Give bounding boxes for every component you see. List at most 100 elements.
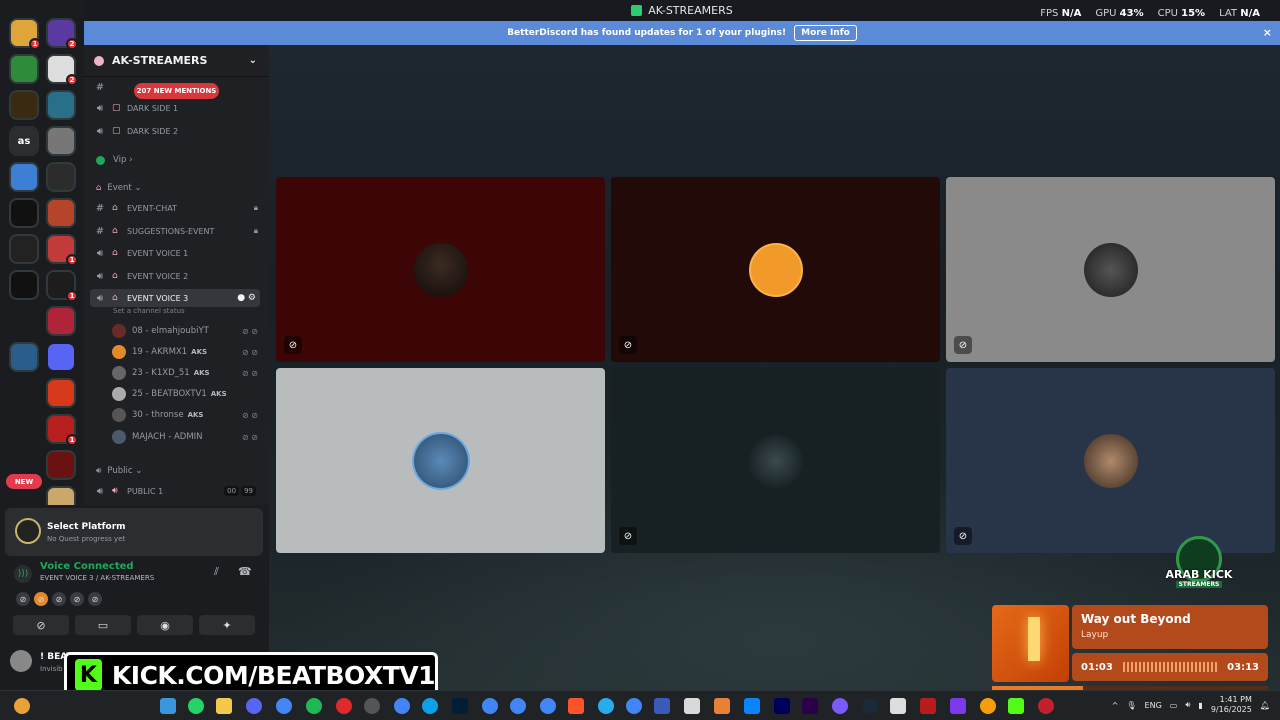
server-icon[interactable] [9,342,39,372]
channel-public-1[interactable]: 🔊︎ 🔊︎ PUBLIC 1 00 99 [94,482,264,500]
premiere-icon[interactable] [802,698,818,714]
clock[interactable]: 1:41 PM 9/16/2025 [1211,695,1252,715]
volume-icon[interactable]: 🔊︎ [1185,700,1190,710]
brave-icon[interactable] [568,698,584,714]
photoshop-icon[interactable] [452,698,468,714]
camera-off-button[interactable]: ⊘ [13,615,69,635]
chrome-icon[interactable] [394,698,410,714]
more-info-button[interactable]: More Info [794,25,857,41]
steam-icon[interactable] [862,698,878,714]
noise-suppression-icon[interactable]: ⫽ [214,565,219,579]
channel-status-input[interactable]: Set a channel status [113,307,185,315]
soundboard-button[interactable]: ✦ [199,615,255,635]
server-icon[interactable]: 1 [9,18,41,50]
voice-channel[interactable]: EVENT VOICE 3 / AK-STREAMERS [40,574,154,582]
server-header[interactable]: AK-STREAMERS ⌄ [84,45,269,77]
video-tile[interactable]: ⊘ [276,177,605,362]
video-tile[interactable] [276,368,605,553]
video-tile[interactable]: ⊘ [946,177,1275,362]
channel-event-voice-1[interactable]: 🔊︎ ⌂ EVENT VOICE 1 [94,244,264,262]
app-icon[interactable] [950,698,966,714]
app-icon[interactable] [1038,698,1054,714]
folder-icon[interactable] [46,342,76,372]
kick-server-icon[interactable] [9,198,39,228]
after-effects-icon[interactable] [774,698,790,714]
app-icon[interactable] [920,698,936,714]
server-icon[interactable]: 1 [46,414,78,446]
share-screen-button[interactable]: ▭ [75,615,131,635]
chrome-icon[interactable] [510,698,526,714]
voice-user[interactable]: 25 - BEATBOXTV1 AKS [112,385,262,403]
server-icon[interactable]: 2 [46,54,78,86]
server-icon[interactable] [46,378,76,408]
video-tile[interactable]: ⊘ [611,368,940,553]
video-tile[interactable]: ⊘ [946,368,1275,553]
channel-event-voice-3[interactable]: 🔊︎ ⌂ EVENT VOICE 3 ● ⚙ [90,289,260,307]
chrome-icon[interactable] [540,698,556,714]
server-icon[interactable] [46,90,76,120]
voice-status[interactable]: Voice Connected [40,561,134,572]
category-public[interactable]: 🔊︎ Public ⌄ [96,466,142,476]
signal-icon[interactable]: ))) [14,565,32,583]
stake-server-icon[interactable] [9,306,39,336]
app-icon[interactable] [654,698,670,714]
server-icon[interactable] [46,198,76,228]
language[interactable]: ENG [1145,701,1162,710]
battery-icon[interactable]: ▮ [1198,701,1202,710]
app-icon[interactable] [744,698,760,714]
server-icon[interactable] [46,450,76,480]
notification-icon[interactable]: 🔔︎ [1260,701,1270,710]
app-icon[interactable] [980,698,996,714]
close-notice-icon[interactable]: × [1263,26,1272,39]
app-icon[interactable] [832,698,848,714]
channel-suggestions-event[interactable]: # ⌂ SUGGESTIONS-EVENT 🔒︎ [94,222,264,240]
network-icon[interactable]: ▭ [1170,701,1178,710]
voice-user[interactable]: 19 - AKRMX1 AKS ⊘ ⊘ [112,343,262,361]
voice-user[interactable]: 23 - K1XD_51 AKS ⊘ ⊘ [112,364,262,382]
server-initials[interactable]: as [9,126,39,156]
server-icon[interactable] [46,126,76,156]
chat-gear-icons[interactable]: ● ⚙ [237,293,256,303]
server-icon[interactable]: 1 [46,234,78,266]
new-mentions-pill[interactable]: 207 NEW MENTIONS [134,83,219,99]
channel-event-voice-2[interactable]: 🔊︎ ⌂ EVENT VOICE 2 [94,267,264,285]
voice-user[interactable]: 30 - thronse AKS ⊘ ⊘ [112,406,262,424]
new-unreads-pill[interactable]: NEW [6,474,42,489]
voice-user[interactable]: 08 - elmahjoubiYT ⊘ ⊘ [112,322,262,340]
mic-icon[interactable]: 🎙︎ [1126,701,1136,710]
server-icon[interactable] [9,162,39,192]
server-icon[interactable] [9,234,39,264]
chevron-up-icon[interactable]: ^ [1112,701,1119,710]
channel-dark-side-2[interactable]: 🔊︎ ▢ DARK SIDE 2 [94,122,264,140]
whatsapp-icon[interactable] [188,698,204,714]
app-icon[interactable] [890,698,906,714]
telegram-icon[interactable] [598,698,614,714]
server-icon[interactable] [9,270,39,300]
server-icon[interactable] [9,90,39,120]
server-icon[interactable] [46,306,76,336]
chrome-icon[interactable] [276,698,292,714]
kick-icon[interactable] [1008,698,1024,714]
edge-icon[interactable] [422,698,438,714]
channel-event-chat[interactable]: # ⌂ EVENT-CHAT 🔒︎ [94,199,264,217]
spotify-icon[interactable] [306,698,322,714]
video-tile[interactable]: ⊘ [611,177,940,362]
weather-icon[interactable] [14,698,30,714]
channel-dark-side-1[interactable]: 🔊︎ ▢ DARK SIDE 1 [94,99,264,117]
quest-card[interactable]: Select Platform No Quest progress yet [5,508,263,556]
app-icon[interactable] [684,698,700,714]
start-icon[interactable] [160,698,176,714]
server-icon[interactable]: 1 [46,270,78,302]
category-vip[interactable]: Vip › [96,155,133,165]
obs-icon[interactable] [364,698,380,714]
chrome-icon[interactable] [626,698,642,714]
app-icon[interactable] [714,698,730,714]
server-icon[interactable]: 2 [46,18,78,50]
explorer-icon[interactable] [216,698,232,714]
user-avatar[interactable] [10,650,32,672]
activity-button[interactable]: ◉ [137,615,193,635]
category-event[interactable]: ⌂ Event ⌄ [96,183,142,193]
discord-icon[interactable] [246,698,262,714]
server-icon[interactable] [9,54,39,84]
opera-icon[interactable] [336,698,352,714]
